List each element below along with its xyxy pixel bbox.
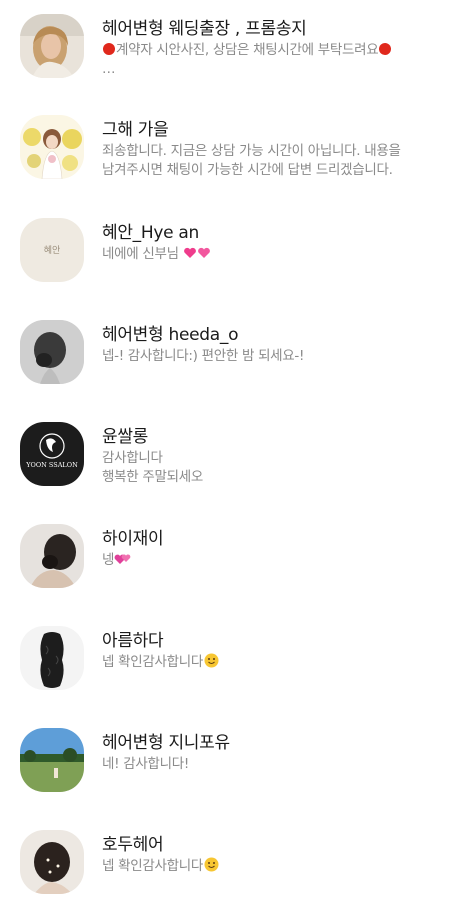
chat-name: 그해 가을 — [102, 120, 169, 140]
chat-preview: 죄송합니다. 지금은 상담 가능 시간이 아닙니다. 내용을 남겨주시면 채팅이… — [102, 142, 454, 180]
chat-name: 호두헤어 — [102, 835, 164, 855]
preview-text: 네에에 신부님 — [102, 246, 179, 262]
chat-preview: 계약자 시안사진, 상담은 채팅시간에 부탁드려요 … — [102, 41, 454, 79]
preview-text: 넵 확인감사합니다 — [102, 654, 203, 670]
chat-name: 헤어변형 heeda_o — [102, 325, 239, 345]
woman-portrait-avatar — [20, 14, 84, 78]
heart-icon — [183, 247, 197, 259]
hearts-icon — [114, 553, 132, 565]
chat-row[interactable]: 그해 가을 죄송합니다. 지금은 상담 가능 시간이 아닙니다. 내용을 남겨주… — [0, 101, 466, 204]
chat-name: 혜안_Hye an — [102, 223, 199, 243]
chat-row[interactable]: 헤어변형 웨딩출장 , 프롬송지 계약자 시안사진, 상담은 채팅시간에 부탁드… — [0, 0, 466, 103]
chat-preview: 넵 확인감사합니다 — [102, 653, 454, 672]
preview-text: 죄송합니다. 지금은 상담 가능 시간이 아닙니다. 내용을 — [102, 143, 401, 159]
preview-text: 네! 감사합니다! — [102, 756, 189, 772]
chat-preview: 감사합니다 행복한 주말되세오 — [102, 449, 454, 487]
preview-text: … — [102, 61, 116, 77]
chat-name: 헤어변형 지니포유 — [102, 733, 230, 753]
chat-name: 아름하다 — [102, 631, 164, 651]
hair-pin-avatar — [20, 830, 84, 894]
bride-illustration-avatar — [20, 115, 84, 179]
logo-text: 혜안 — [44, 244, 61, 256]
preview-text: 행복한 주말되세오 — [102, 469, 203, 485]
chat-row[interactable]: 헤어변형 heeda_o 넵-! 감사합니다:) 편안한 밤 되세요-! — [0, 306, 466, 409]
preview-text: 남겨주시면 채팅이 가능한 시간에 답변 드리겠습니다. — [102, 162, 393, 178]
preview-text: 계약자 시안사진, 상담은 채팅시간에 부탁드려요 — [116, 42, 379, 58]
smile-emoji-icon — [204, 653, 219, 668]
chat-name: 윤쌀롱 — [102, 427, 149, 447]
preview-text: 넹 — [102, 552, 115, 568]
chat-row[interactable]: 아름하다 넵 확인감사합니다 — [0, 612, 466, 715]
heart-icon — [197, 247, 211, 259]
chat-row[interactable]: 호두헤어 넵 확인감사합니다 — [0, 816, 466, 919]
logo-text: YOON SSALON — [25, 461, 78, 469]
landscape-avatar — [20, 728, 84, 792]
chat-name: 헤어변형 웨딩출장 , 프롬송지 — [102, 19, 307, 39]
chat-preview: 넹 — [102, 551, 454, 570]
chat-preview: 네! 감사합니다! — [102, 755, 454, 774]
preview-text: 넵-! 감사합니다:) 편안한 밤 되세요-! — [102, 348, 305, 364]
red-dot-icon — [103, 43, 115, 55]
chat-list: 헤어변형 웨딩출장 , 프롬송지 계약자 시안사진, 상담은 채팅시간에 부탁드… — [0, 0, 466, 900]
chat-name: 하이재이 — [102, 529, 164, 549]
wavy-hair-avatar — [20, 626, 84, 690]
red-dot-icon — [379, 43, 392, 55]
chat-row[interactable]: 헤어변형 지니포유 네! 감사합니다! — [0, 714, 466, 817]
updo-avatar — [20, 524, 84, 588]
preview-text: 감사합니다 — [102, 450, 163, 466]
salon-logo-avatar: YOON SSALON — [20, 422, 84, 486]
chat-row[interactable]: 하이재이 넹 — [0, 510, 466, 613]
logo-avatar: 혜안 — [20, 218, 84, 282]
chat-preview: 넵-! 감사합니다:) 편안한 밤 되세요-! — [102, 347, 454, 366]
chat-row[interactable]: YOON SSALON 윤쌀롱 감사합니다 행복한 주말되세오 — [0, 408, 466, 511]
hair-bun-avatar — [20, 320, 84, 384]
chat-row[interactable]: 혜안 혜안_Hye an 네에에 신부님 — [0, 204, 466, 307]
smile-emoji-icon — [204, 857, 219, 872]
chat-preview: 네에에 신부님 — [102, 245, 454, 264]
chat-preview: 넵 확인감사합니다 — [102, 857, 454, 876]
preview-text: 넵 확인감사합니다 — [102, 858, 203, 874]
